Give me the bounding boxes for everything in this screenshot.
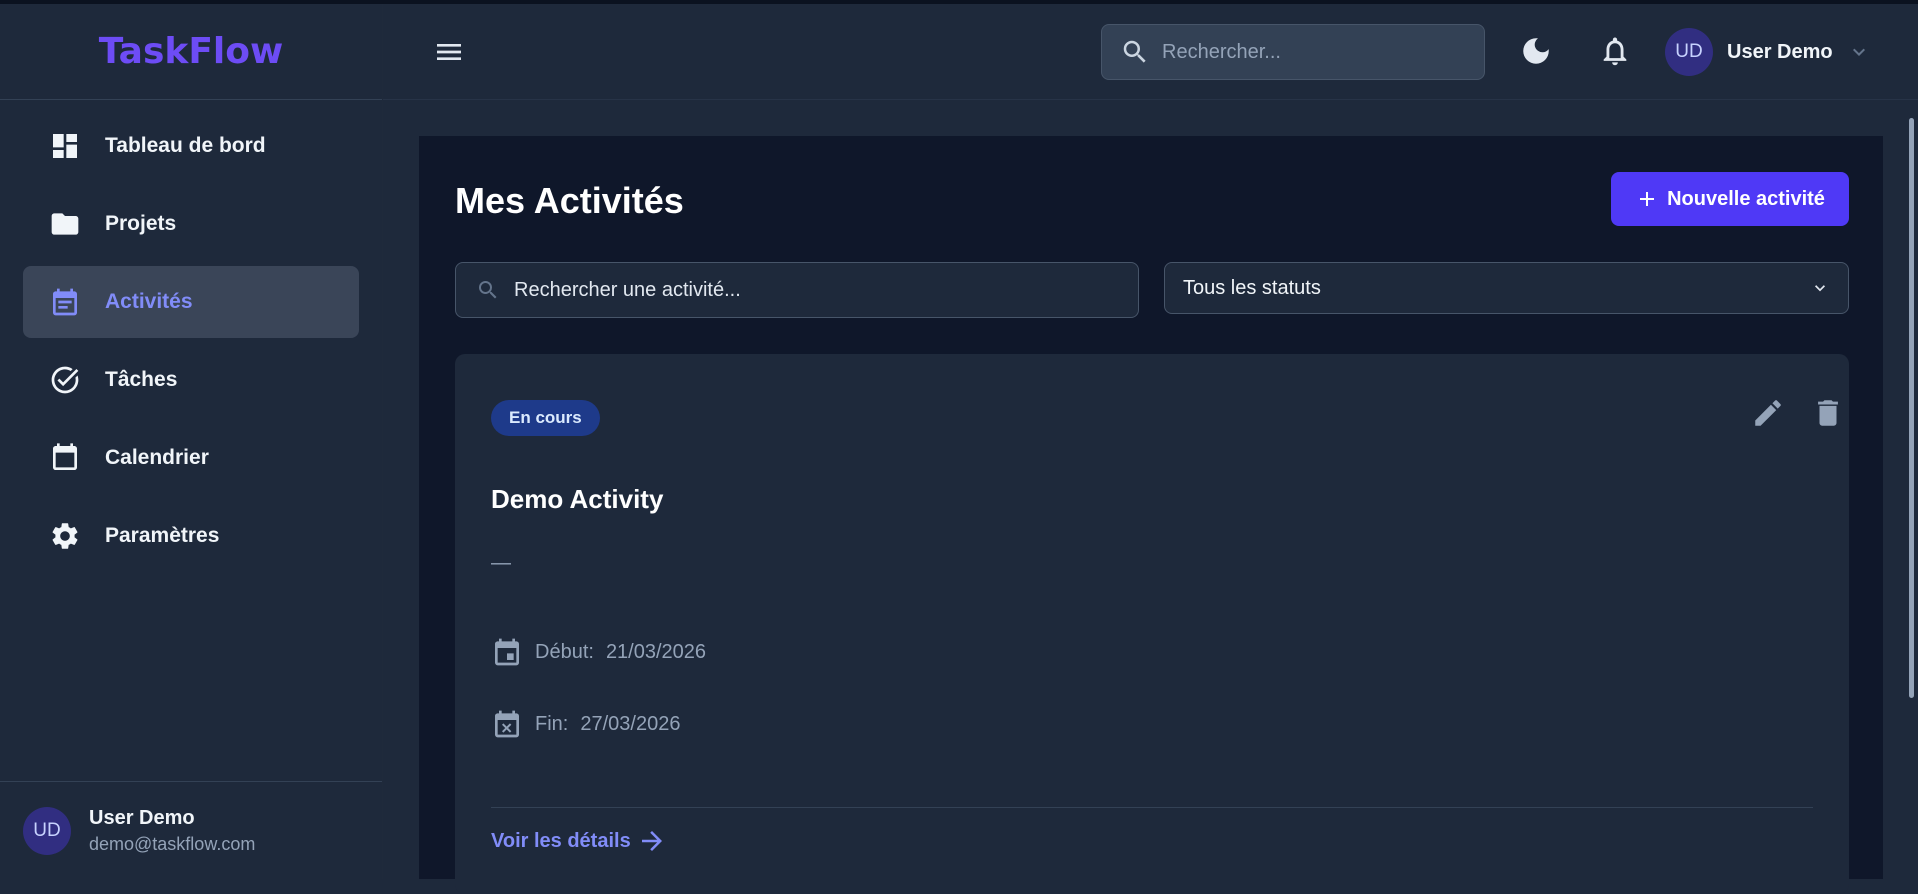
search-icon: [1123, 40, 1146, 63]
gear-icon: [49, 520, 81, 552]
activity-card: En cours Demo Activity — Début: 21/03/20…: [455, 354, 1849, 894]
activity-search[interactable]: [455, 262, 1139, 318]
notifications-button[interactable]: [1598, 34, 1632, 68]
delete-activity-button[interactable]: [1811, 396, 1845, 430]
moon-icon: [1523, 38, 1549, 64]
chevron-down-icon: [1815, 285, 1825, 292]
sidebar-nav: Tableau de bord Projets Activités Tâches…: [0, 100, 382, 588]
card-divider: [491, 807, 1813, 808]
end-label: Fin:: [535, 712, 569, 735]
status-filter-select[interactable]: Tous les statuts: [1164, 262, 1849, 314]
sidebar-item-dashboard[interactable]: Tableau de bord: [23, 110, 359, 182]
view-details-link[interactable]: Voir les détails: [491, 826, 667, 856]
chevron-down-icon: [1847, 40, 1871, 64]
sidebar-item-label: Tâches: [105, 368, 178, 391]
calendar-event-icon: [49, 286, 81, 318]
plus-icon: [1640, 192, 1655, 206]
dashboard-icon: [49, 130, 81, 162]
user-menu[interactable]: UD User Demo: [1665, 28, 1871, 76]
view-details-label: Voir les détails: [491, 829, 631, 852]
theme-toggle-button[interactable]: [1519, 34, 1553, 68]
check-circle-icon: [49, 364, 81, 396]
sidebar-item-label: Tableau de bord: [105, 134, 266, 157]
sidebar-item-settings[interactable]: Paramètres: [23, 500, 359, 572]
new-activity-label: Nouvelle activité: [1667, 187, 1825, 210]
global-search-input[interactable]: [1162, 40, 1462, 64]
pencil-icon: [1755, 400, 1781, 426]
calendar-start-icon: [495, 638, 519, 666]
menu-toggle-button[interactable]: [433, 36, 465, 68]
end-date-value: 27/03/2026: [580, 712, 681, 735]
start-date-value: 21/03/2026: [605, 640, 707, 663]
folder-icon: [49, 208, 81, 240]
search-icon: [479, 281, 497, 299]
avatar: UD: [23, 806, 71, 855]
start-label: Début:: [535, 640, 594, 663]
sidebar-item-label: Activités: [105, 290, 193, 313]
sidebar-item-projects[interactable]: Projets: [23, 188, 359, 260]
sidebar-item-activities[interactable]: Activités: [23, 266, 359, 338]
sidebar-item-tasks[interactable]: Tâches: [23, 344, 359, 416]
sidebar-user-name: User Demo: [89, 806, 195, 829]
brand-logo[interactable]: TaskFlow: [0, 4, 382, 100]
global-search[interactable]: [1101, 24, 1485, 80]
activity-description: —: [491, 552, 511, 574]
sidebar-item-label: Projets: [105, 212, 177, 235]
calendar-end-icon: [495, 710, 519, 738]
activity-start-date: Début: 21/03/2026: [491, 636, 706, 668]
sidebar: TaskFlow Tableau de bord Projets Activit…: [0, 4, 383, 879]
calendar-icon: [49, 442, 81, 474]
main-content: Mes Activités Nouvelle activité Tous les…: [419, 136, 1883, 894]
sidebar-user-email: demo@taskflow.com: [89, 833, 256, 854]
header-user-name: User Demo: [1727, 40, 1833, 63]
arrow-right-icon: [641, 831, 662, 851]
page-scrollbar[interactable]: [1909, 118, 1914, 698]
sidebar-item-label: Calendrier: [105, 446, 209, 469]
activity-search-input[interactable]: [514, 278, 1114, 302]
status-badge: En cours: [491, 400, 600, 436]
sidebar-user-profile[interactable]: UD User Demo demo@taskflow.com: [0, 781, 382, 879]
top-header: UD User Demo: [383, 4, 1918, 100]
sidebar-item-calendar[interactable]: Calendrier: [23, 422, 359, 494]
status-filter-value: Tous les statuts: [1183, 276, 1321, 299]
activity-title: Demo Activity: [491, 484, 664, 514]
new-activity-button[interactable]: Nouvelle activité: [1611, 172, 1849, 226]
avatar: UD: [1665, 28, 1713, 76]
activity-end-date: Fin: 27/03/2026: [491, 708, 680, 740]
sidebar-item-label: Paramètres: [105, 524, 220, 547]
bell-icon: [1603, 37, 1627, 66]
edit-activity-button[interactable]: [1751, 396, 1785, 430]
sidebar-user-info: User Demo demo@taskflow.com: [89, 807, 255, 855]
trash-icon: [1818, 400, 1838, 426]
hamburger-icon: [437, 44, 461, 60]
page-title: Mes Activités: [455, 180, 684, 221]
